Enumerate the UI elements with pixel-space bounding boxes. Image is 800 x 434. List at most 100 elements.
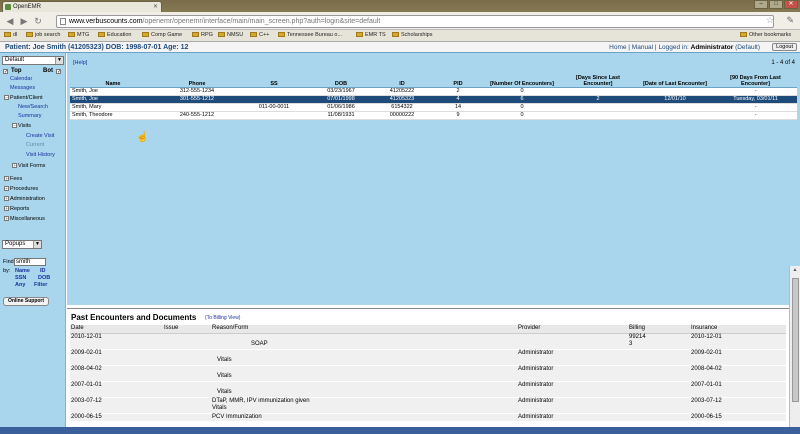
scroll-up-icon[interactable]: ▲ [790,266,800,274]
reload-icon[interactable]: ↻ [32,15,44,27]
encounter-form-row[interactable]: Vitals [70,373,786,382]
left-nav: Default ▼ ✓ Top Bot ✓ Calendar Messages … [0,53,66,434]
bookmark-item[interactable]: job search [26,30,60,41]
bookmark-item[interactable]: Comp Game [142,30,182,41]
col-encounters[interactable]: [Number Of Encounters] [484,71,560,88]
col-pid[interactable]: PID [432,71,484,88]
chevron-down-icon: ▼ [55,57,63,64]
nav-create-visit[interactable]: Create Visit [26,133,54,140]
bookmark-item[interactable]: Scholarships [392,30,433,41]
logout-button[interactable]: Logout [772,43,797,51]
nav-reports[interactable]: + Reports [4,206,29,213]
bookmark-star-icon[interactable]: ☆ [766,14,774,26]
col-ss[interactable]: SS [238,71,310,88]
col-dob[interactable]: DOB [310,71,372,88]
nav-summary[interactable]: Summary [18,113,42,120]
encounter-form-row[interactable]: Vitals [70,357,786,366]
bookmark-item[interactable]: Tennessee Bureau o... [278,30,342,41]
help-link[interactable]: [Help] [73,60,87,66]
online-support-button[interactable]: Online Support [3,297,49,306]
encounter-row[interactable]: 2009-02-01 Administrator 2009-02-01 [70,349,786,357]
table-row[interactable]: Smith, Mary 011-00-0011 01/06/1986 6154322 1… [70,103,797,112]
nav-patient-client[interactable]: − Patient/Client [4,95,43,102]
find-by-id[interactable]: ID [40,268,46,275]
col-billing: Billing [628,325,690,334]
bot-checkbox[interactable]: ✓ [56,69,61,75]
nav-new-search[interactable]: New/Search [18,104,48,111]
forward-icon[interactable]: ▶ [18,15,30,27]
billing-view-link[interactable]: (To Billing View) [205,315,240,321]
minimize-button[interactable]: – [754,0,768,9]
find-by-ssn[interactable]: SSN [15,275,26,282]
scrollbar-thumb[interactable] [792,278,799,402]
col-last-date[interactable]: [Date of Last Encounter] [636,71,714,88]
encounter-row[interactable]: 2000-06-15 PCV Immunization Administrator 2… [70,413,786,421]
expand-icon: + [12,163,17,168]
encounter-row[interactable]: 2007-01-01 Administrator 2007-01-01 [70,381,786,389]
encounter-row[interactable]: 2003-07-12 DTaP, MMR, IPV immunization gi… [70,397,786,405]
url-path: /openemr/openemr/interface/main/main_scr… [142,18,381,25]
col-insurance: Insurance [690,325,786,334]
nav-calendar[interactable]: Calendar [10,76,32,83]
col-id[interactable]: ID [372,71,432,88]
find-filter[interactable]: Filter [34,282,47,289]
browser-chrome: OpenEMR ✕ – □ ✕ ◀ ▶ ↻ www.verbuscounts.c… [0,0,800,42]
bookmark-item[interactable]: C++ [250,30,269,41]
bookmark-item[interactable]: MTG [68,30,89,41]
col-90-days[interactable]: [90 Days From Last Encounter] [714,71,797,88]
collapse-icon: − [4,95,9,100]
close-tab-icon[interactable]: ✕ [153,2,158,12]
folder-icon [740,32,747,37]
results-header-row: Name Phone SS DOB ID PID [Number Of Enco… [70,71,797,88]
encounter-form-row[interactable]: SOAP 3 [70,341,786,350]
find-by-dob[interactable]: DOB [38,275,50,282]
patient-title: Patient: Joe Smith (41205323) DOB: 1998-… [5,44,189,51]
folder-icon [68,32,75,37]
top-label: Top [11,68,22,74]
home-link[interactable]: Home [609,44,626,51]
back-icon[interactable]: ◀ [4,15,16,27]
layout-select[interactable]: Default ▼ [2,56,64,65]
collapse-icon: − [12,123,17,128]
encounter-form-row[interactable]: Vitals [70,389,786,398]
nav-visit-forms[interactable]: + Visit Forms [12,163,45,170]
nav-current[interactable]: Current [26,142,44,149]
nav-messages[interactable]: Messages [10,85,35,92]
find-by-name[interactable]: Name [15,268,30,275]
encounter-form-row[interactable]: Vitals [70,405,786,414]
site-label: (Default) [735,44,760,51]
col-phone[interactable]: Phone [156,71,238,88]
top-checkbox[interactable]: ✓ [3,69,8,75]
wrench-icon[interactable]: ✎ [786,14,794,26]
page-icon [60,18,66,25]
table-row[interactable]: Smith, Joe 312-555-1234 03/23/1967 41205222… [70,87,797,96]
bookmark-item[interactable]: dl [4,30,17,41]
close-window-button[interactable]: ✕ [784,0,798,9]
nav-visits[interactable]: − Visits [12,123,31,130]
encounters-scrollbar[interactable]: ▲ ▼ [789,266,800,434]
other-bookmarks[interactable]: Other bookmarks [740,30,791,41]
bookmark-item[interactable]: EMR TS [356,30,386,41]
col-name[interactable]: Name [70,71,156,88]
encounter-row[interactable]: 2010-12-01 99214 2010-12-01 [70,333,786,341]
nav-fees[interactable]: + Fees [4,176,22,183]
nav-procedures[interactable]: + Procedures [4,186,38,193]
manual-link[interactable]: Manual [632,44,653,51]
nav-visit-history[interactable]: Visit History [26,152,55,159]
address-bar[interactable]: www.verbuscounts.com/openemr/openemr/int… [56,15,774,28]
username: Administrator [690,44,734,51]
find-by-any[interactable]: Any [15,282,25,289]
maximize-button[interactable]: □ [769,0,783,9]
bookmark-item[interactable]: Education [98,30,131,41]
find-input[interactable]: smith [14,258,46,266]
bookmark-item[interactable]: RPG [192,30,213,41]
popups-select[interactable]: Popups ▼ [2,240,42,249]
encounter-row[interactable]: 2008-04-02 Administrator 2008-04-02 [70,365,786,373]
bookmark-item[interactable]: NMSU [218,30,243,41]
nav-administration[interactable]: + Administration [4,196,45,203]
table-row-selected[interactable]: Smith, Joe 301-555-1212 07/01/1998 41205323… [70,95,797,104]
browser-tab[interactable]: OpenEMR ✕ [2,1,162,12]
nav-miscellaneous[interactable]: + Miscellaneous [4,216,45,223]
table-row[interactable]: Smith, Theodore 240-555-1212 11/08/1931 000… [70,111,797,120]
col-days-since[interactable]: [Days Since Last Encounter] [560,71,636,88]
